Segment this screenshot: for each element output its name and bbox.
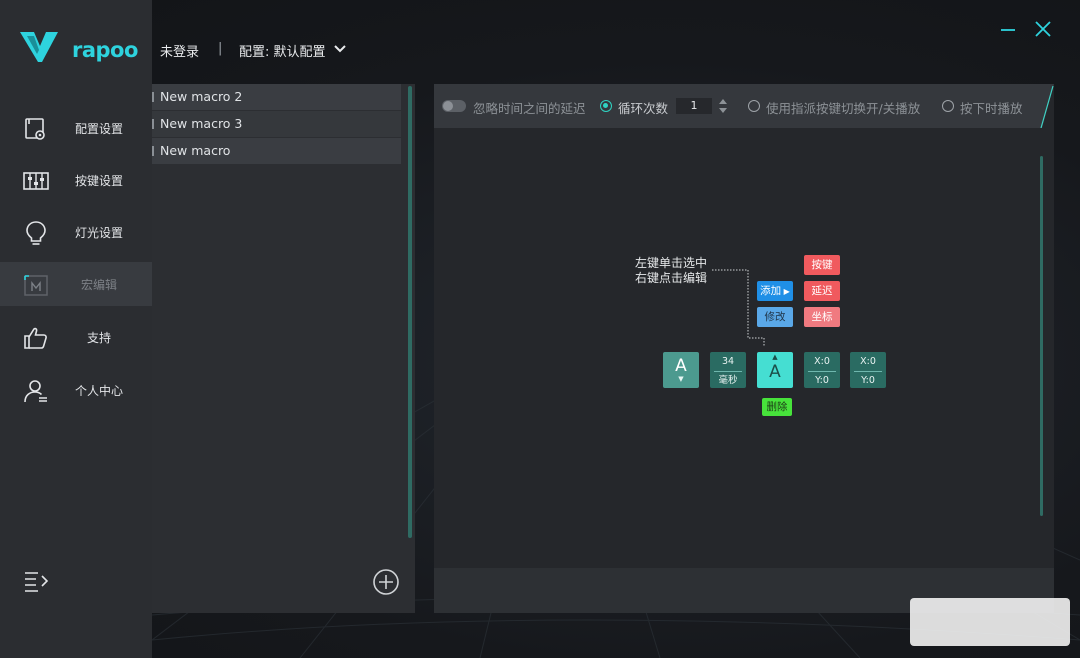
- macro-list-scrollbar[interactable]: [408, 86, 412, 538]
- coord-x: X:0: [860, 356, 876, 367]
- coord-x: X:0: [814, 356, 830, 367]
- add-key-button[interactable]: 按键: [804, 255, 840, 275]
- config-settings-icon: [25, 118, 45, 140]
- header-separator: |: [218, 41, 223, 56]
- sidebar-item-label: 配置设置: [74, 122, 123, 136]
- key-down-node[interactable]: A ▼: [663, 352, 699, 388]
- coordinate-node[interactable]: X:0 Y:0: [804, 352, 840, 388]
- sidebar-item-config-settings[interactable]: 配置设置: [0, 106, 152, 150]
- coord-y: Y:0: [861, 375, 875, 386]
- hint-connector-line: [712, 269, 765, 346]
- brand-logo-text: rapoo: [72, 38, 138, 62]
- collapse-sidebar-icon[interactable]: [24, 570, 50, 592]
- coord-y: Y:0: [815, 375, 829, 386]
- coord-divider: [854, 371, 882, 372]
- rapoo-v-logo-icon: [20, 32, 58, 62]
- minimize-icon[interactable]: [1000, 22, 1016, 36]
- delay-divider: [714, 371, 742, 372]
- macro-list-item[interactable]: New macro: [152, 138, 401, 164]
- sidebar-item-label: 个人中心: [74, 384, 123, 398]
- add-delay-button[interactable]: 延迟: [804, 281, 840, 301]
- login-status[interactable]: 未登录: [160, 41, 199, 60]
- add-coordinate-button[interactable]: 坐标: [804, 307, 840, 327]
- sidebar-item-label: 灯光设置: [74, 226, 123, 240]
- sidebar: rapoo 配置设置 按键设置 灯光设置 宏编辑 支持 个人中心: [0, 0, 152, 658]
- sidebar-item-key-settings[interactable]: 按键设置: [0, 158, 152, 202]
- config-selector[interactable]: 配置: 默认配置: [239, 41, 326, 60]
- sidebar-item-support[interactable]: 支持: [0, 315, 152, 359]
- sidebar-item-label: 宏编辑: [80, 278, 117, 292]
- sidebar-item-label: 支持: [86, 331, 111, 345]
- editor-scrollbar[interactable]: [1040, 156, 1043, 516]
- sidebar-item-light-settings[interactable]: 灯光设置: [0, 210, 152, 254]
- macro-list-item[interactable]: New macro 2: [152, 84, 401, 110]
- sidebar-item-label: 按键设置: [74, 174, 123, 188]
- macro-editor-panel: 忽略时间之间的延迟 循环次数 1 使用指派按键切换开/关播放 按下时播放 左键单…: [434, 84, 1054, 613]
- macro-icon: [24, 275, 48, 296]
- add-macro-button[interactable]: [372, 568, 400, 596]
- key-down-label: A: [675, 356, 687, 376]
- sidebar-item-macro-edit[interactable]: 宏编辑: [0, 262, 152, 306]
- user-icon: [24, 380, 47, 403]
- watermark: [910, 598, 1070, 646]
- macro-list-item[interactable]: New macro 3: [152, 111, 401, 137]
- delay-node[interactable]: 34 毫秒: [710, 352, 746, 388]
- delay-unit: 毫秒: [718, 375, 738, 386]
- thumbs-up-icon: [24, 327, 47, 349]
- key-settings-icon: [23, 172, 49, 190]
- delay-value: 34: [721, 356, 735, 367]
- coordinate-node[interactable]: X:0 Y:0: [850, 352, 886, 388]
- add-action-label: 添加: [760, 285, 782, 297]
- modify-button[interactable]: 修改: [757, 307, 793, 327]
- sidebar-item-personal-center[interactable]: 个人中心: [0, 368, 152, 412]
- coord-divider: [808, 371, 836, 372]
- arrow-down-icon: ▼: [678, 375, 684, 383]
- arrow-up-icon: ▲: [772, 353, 778, 361]
- play-right-icon: ▶: [781, 287, 790, 296]
- key-up-node[interactable]: ▲ A: [757, 352, 793, 388]
- add-action-button[interactable]: 添加 ▶: [757, 281, 793, 301]
- close-icon[interactable]: [1034, 20, 1052, 38]
- delete-button[interactable]: 删除: [762, 398, 792, 416]
- lightbulb-icon: [26, 221, 46, 245]
- macro-list-panel: New macro 2 New macro 3 New macro: [152, 84, 415, 613]
- chevron-down-icon[interactable]: [333, 44, 347, 54]
